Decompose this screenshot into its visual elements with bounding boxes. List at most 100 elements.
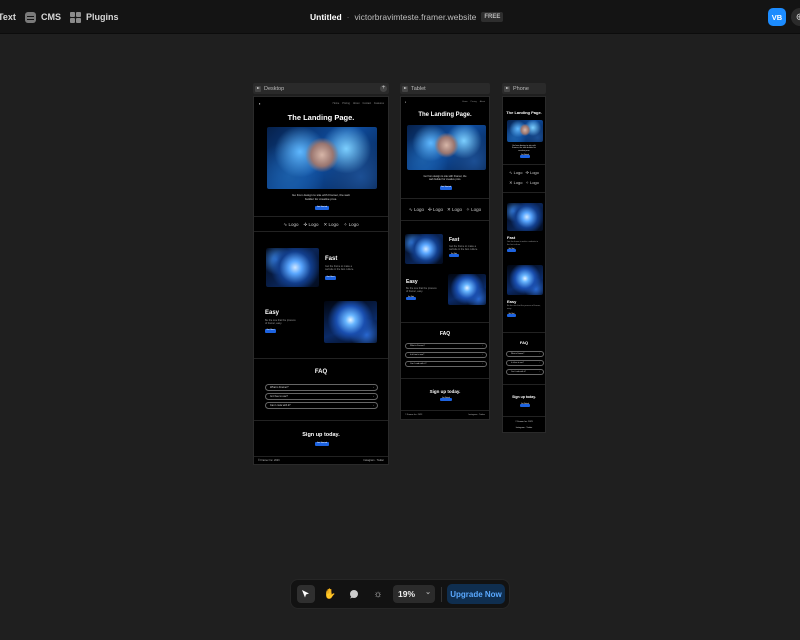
feature-easy-image	[507, 265, 543, 295]
faq-item[interactable]: What is Framer? ›	[265, 384, 378, 391]
preview-play-icon[interactable]	[402, 85, 408, 92]
chevron-down-icon: ›	[482, 345, 483, 347]
frame-label-tablet[interactable]: Tablet	[400, 83, 490, 94]
logo-item: ✣ Logo	[427, 207, 443, 212]
feature-fast-button[interactable]: Get Start	[507, 249, 516, 252]
feature-fast-button[interactable]: Get Start	[449, 254, 459, 257]
project-title-area[interactable]: Untitled · victorbravimteste.framer.webs…	[310, 0, 504, 34]
menu-plugins-label: Plugins	[86, 12, 119, 22]
signup-button[interactable]: Get Started	[315, 442, 329, 446]
frame-label-desktop[interactable]: Desktop +	[253, 83, 389, 94]
feature-fast-title: Fast	[325, 256, 338, 262]
hero-image	[407, 125, 486, 170]
signup-title: Sign up today.	[429, 389, 461, 394]
hero-subtitle: Go from design to site with Framer, the …	[423, 175, 467, 181]
hero-title: The Landing Page.	[418, 112, 472, 118]
select-tool[interactable]	[297, 585, 315, 603]
signup-section: Sign up today. Get Started	[401, 379, 489, 411]
zoom-select[interactable]: 19% ⌄	[393, 585, 435, 603]
hero-section: The Landing Page. Go from design to site…	[503, 97, 545, 165]
globe-icon[interactable]: ⊕	[791, 8, 800, 26]
feature-easy-button[interactable]: Get Start	[265, 329, 276, 333]
logo-item: ✕ Logo	[323, 222, 339, 227]
feature-fast-image	[405, 234, 443, 264]
faq-item[interactable]: Can I code with it? ›	[506, 369, 544, 375]
feature-fast-text: Get the frame to make a website in the f…	[507, 241, 539, 246]
faq-title: FAQ	[519, 340, 529, 345]
logo-item: ✧ Logo	[343, 222, 359, 227]
faq-item[interactable]: Is it free to use? ›	[265, 393, 378, 400]
footer-social-links[interactable]: Instagram · Twitter	[468, 414, 485, 416]
signup-button[interactable]: Get Started	[440, 398, 452, 401]
menu-plugins[interactable]: Plugins	[70, 0, 119, 34]
title-separator: ·	[346, 12, 350, 22]
feature-easy-title: Easy	[507, 299, 517, 304]
preview-play-icon[interactable]	[255, 85, 261, 92]
frame-label-desktop-text: Desktop	[264, 85, 285, 92]
phone-frame[interactable]: The Landing Page. Go from design to site…	[502, 96, 546, 433]
feature-fast-button[interactable]: Get Start	[325, 276, 336, 280]
logos-section: ∿ Logo ✣ Logo ✕ Logo ✧ Logo	[401, 199, 489, 221]
user-avatar[interactable]: VB	[768, 8, 786, 26]
comment-tool[interactable]	[345, 585, 363, 603]
tablet-frame[interactable]: ▪ Home Pricing About The Landing Page. G…	[400, 96, 490, 420]
feature-easy-text: Be the one that the process of framer, e…	[406, 287, 437, 294]
frame-label-phone[interactable]: Phone	[502, 83, 546, 94]
signup-button[interactable]: Get Started	[520, 404, 530, 407]
feature-fast-image	[507, 203, 543, 231]
faq-item[interactable]: Is it free to use? ›	[405, 352, 487, 358]
zoom-value: 19%	[398, 589, 416, 599]
feature-easy-image	[324, 301, 377, 343]
site-footer: © Framer Inc. 2023 Instagram · Twitter	[254, 459, 388, 462]
footer-social-links[interactable]: Instagram · Twitter	[503, 427, 545, 429]
faq-title: FAQ	[314, 369, 328, 375]
logos-row: ✕ Logo ✧ Logo	[503, 180, 545, 185]
plugins-icon	[70, 11, 81, 23]
sun-icon: ☼	[373, 588, 383, 600]
feature-easy-image	[448, 274, 486, 305]
logos-row: ∿ Logo ✣ Logo ✕ Logo ✧ Logo	[254, 222, 388, 228]
faq-item[interactable]: Can I code with it? ›	[265, 402, 378, 409]
footer-social-links[interactable]: Instagram · Twitter	[363, 459, 384, 462]
signup-title: Sign up today.	[512, 395, 536, 399]
hero-subtitle: Go from design to site with Framer, the …	[291, 193, 351, 201]
hand-icon: ✋	[323, 588, 337, 600]
footer-copyright: © Framer Inc. 2023	[515, 421, 533, 423]
logo-item: ∿ Logo	[283, 222, 299, 227]
preview-play-icon[interactable]	[504, 85, 510, 92]
cursor-icon	[302, 590, 309, 598]
logo-item: ∿ Logo	[509, 170, 523, 175]
chevron-down-icon: ›	[539, 353, 540, 355]
menu-cms-label: CMS	[41, 12, 61, 22]
theme-tool[interactable]: ☼	[369, 585, 387, 603]
feature-easy-button[interactable]: Get Start	[507, 314, 516, 317]
chevron-down-icon: ⌄	[425, 589, 431, 596]
logos-row: ∿ Logo ✣ Logo	[503, 170, 545, 175]
faq-section: FAQ What is Framer? › Is it free to use? ›…	[254, 359, 388, 421]
project-title[interactable]: Untitled	[310, 12, 342, 22]
feature-fast-image	[266, 248, 319, 287]
faq-item[interactable]: What is Framer? ›	[405, 343, 487, 349]
menu-text[interactable]: Text	[0, 0, 16, 34]
frame-label-phone-text: Phone	[513, 85, 529, 92]
hero-button[interactable]: Get Started	[440, 186, 452, 190]
hand-tool[interactable]: ✋	[321, 585, 339, 603]
cms-icon	[25, 11, 36, 23]
hero-title: The Landing Page.	[287, 113, 355, 122]
desktop-frame[interactable]: ▪ Home Pricing About Contact Features Th…	[253, 96, 389, 465]
faq-item[interactable]: Can I code with it? ›	[405, 361, 487, 367]
menu-cms[interactable]: CMS	[25, 0, 61, 34]
logo-item: ✣ Logo	[303, 222, 319, 227]
hero-section: The Landing Page. Go from design to site…	[254, 97, 388, 217]
hero-button[interactable]: Get Started	[315, 206, 329, 210]
faq-item[interactable]: What is Framer? ›	[506, 351, 544, 357]
feature-easy-button[interactable]: Get Start	[406, 297, 416, 300]
upgrade-button[interactable]: Upgrade Now	[447, 584, 505, 604]
site-domain[interactable]: victorbravimteste.framer.website	[354, 12, 476, 22]
faq-item[interactable]: Is it free to use? ›	[506, 360, 544, 366]
hero-button[interactable]: Get Started	[520, 155, 530, 158]
bottom-toolbar: ✋ ☼ 19% ⌄ Upgrade Now	[290, 579, 510, 609]
feature-easy-title: Easy	[265, 310, 280, 316]
add-breakpoint-icon[interactable]: +	[380, 85, 387, 92]
logos-section: ∿ Logo ✣ Logo ✕ Logo ✧ Logo	[503, 165, 545, 193]
